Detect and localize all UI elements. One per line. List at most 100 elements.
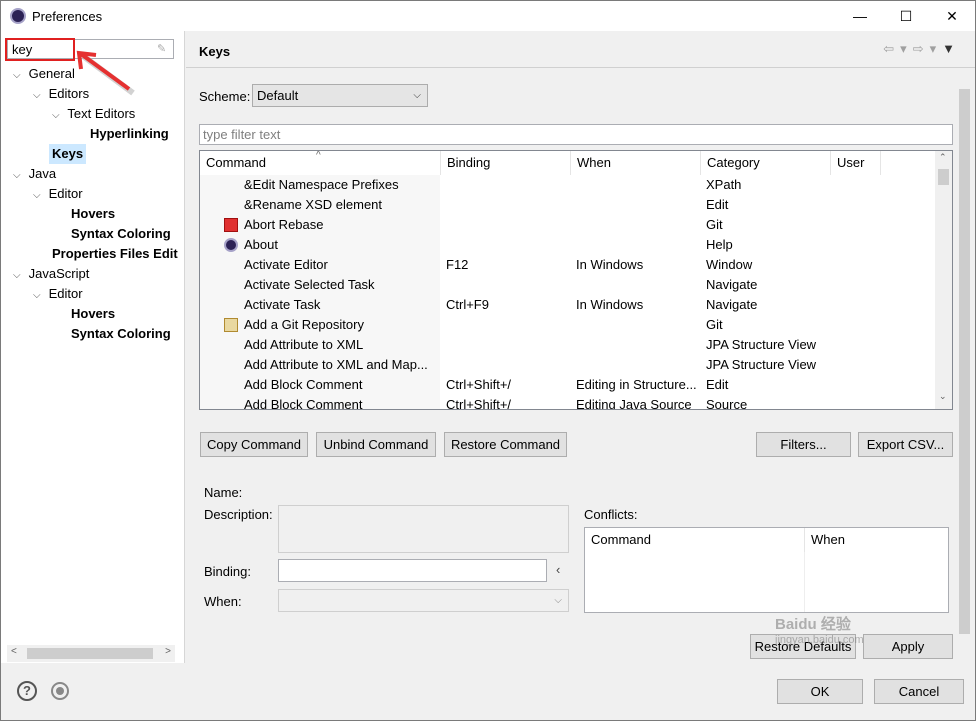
expand-twisty-icon[interactable]: ⌵ xyxy=(13,166,25,186)
table-row[interactable]: Add Attribute to XML and Map... JPA Struc… xyxy=(200,355,936,375)
table-row[interactable]: Add a Git Repository Git xyxy=(200,315,936,335)
expand-twisty-icon[interactable]: ⌵ xyxy=(33,86,45,106)
cell-category: Git xyxy=(706,317,723,332)
chevron-down-icon: ⌵ xyxy=(554,595,562,606)
conflicts-table[interactable]: Command When xyxy=(584,527,949,613)
scheme-select[interactable]: Default ⌵ xyxy=(252,84,428,107)
watermark: Baidu 经验 jingyan.baidu.com xyxy=(775,616,864,646)
table-row[interactable]: &Rename XSD element Edit xyxy=(200,195,936,215)
tree-item-keys[interactable]: Keys xyxy=(49,144,87,164)
key-bindings-table[interactable]: Command ^ Binding When Category User &Edi… xyxy=(199,150,953,410)
close-button[interactable]: ✕ xyxy=(929,1,975,31)
column-header-user[interactable]: User xyxy=(831,151,881,175)
cancel-button[interactable]: Cancel xyxy=(874,679,964,704)
title-bar: Preferences — ☐ ✕ xyxy=(1,1,975,31)
scheme-label: Scheme: xyxy=(199,89,251,104)
export-csv-button[interactable]: Export CSV... xyxy=(858,432,953,457)
cell-binding: Ctrl+F9 xyxy=(446,297,489,312)
forward-icon[interactable]: ⇨ xyxy=(913,41,930,56)
tree-item-java-editor[interactable]: ⌵ Editor xyxy=(33,184,83,204)
view-menu-icon[interactable]: ▼ xyxy=(942,41,961,56)
cell-category: Edit xyxy=(706,377,729,392)
tree-item-javascript[interactable]: ⌵ JavaScript xyxy=(13,264,89,284)
cell-category: Help xyxy=(706,237,733,252)
unbind-command-button[interactable]: Unbind Command xyxy=(316,432,436,457)
scroll-up-icon[interactable]: ⌃ xyxy=(939,152,947,163)
cell-category: Edit xyxy=(706,197,729,212)
conflicts-column-command[interactable]: Command xyxy=(585,528,805,552)
scrollbar-thumb[interactable] xyxy=(959,89,970,634)
scrollbar-thumb[interactable] xyxy=(27,648,153,659)
tree-item-properties-files-editor[interactable]: Properties Files Edit xyxy=(52,244,178,264)
cell-category: Window xyxy=(706,257,753,272)
table-row[interactable]: Activate Task Ctrl+F9 In Windows Navigate xyxy=(200,295,936,315)
minimize-button[interactable]: — xyxy=(837,1,883,31)
scroll-down-icon[interactable]: ⌄ xyxy=(939,391,947,402)
record-macro-icon[interactable] xyxy=(51,682,69,700)
page-navigation: ⇦▾⇨▾▼ xyxy=(883,41,961,57)
dialog-footer: ? OK Cancel xyxy=(1,663,975,720)
expand-twisty-icon[interactable]: ⌵ xyxy=(33,186,45,206)
expand-twisty-icon[interactable]: ⌵ xyxy=(13,266,25,286)
filters-button[interactable]: Filters... xyxy=(756,432,851,457)
tree-item-general[interactable]: ⌵ General xyxy=(13,64,75,84)
expand-twisty-icon[interactable]: ⌵ xyxy=(33,286,45,306)
ok-button[interactable]: OK xyxy=(777,679,863,704)
cell-command: Activate Task xyxy=(244,297,321,312)
description-label: Description: xyxy=(204,507,273,522)
tree-item-javascript-editor[interactable]: ⌵ Editor xyxy=(33,284,83,304)
tree-item-java-syntax-coloring[interactable]: Syntax Coloring xyxy=(71,224,171,244)
cell-category: JPA Structure View xyxy=(706,337,817,352)
expand-twisty-icon[interactable]: ⌵ xyxy=(13,66,25,86)
tree-horizontal-scrollbar[interactable]: < > xyxy=(7,645,175,662)
command-filter-input[interactable]: type filter text xyxy=(199,124,953,145)
back-menu-icon[interactable]: ▾ xyxy=(900,41,913,56)
table-row[interactable]: About Help xyxy=(200,235,936,255)
cell-command: Add Attribute to XML and Map... xyxy=(244,357,428,372)
tree-item-java[interactable]: ⌵ Java xyxy=(13,164,56,184)
column-header-binding[interactable]: Binding xyxy=(441,151,571,175)
help-icon[interactable]: ? xyxy=(17,681,37,701)
page-title: Keys xyxy=(199,44,231,59)
column-divider xyxy=(804,552,805,612)
scrollbar-thumb[interactable] xyxy=(938,169,949,185)
eclipse-icon xyxy=(224,238,238,252)
tree-item-text-editors[interactable]: ⌵ Text Editors xyxy=(52,104,135,124)
eraser-icon[interactable]: ✎ xyxy=(157,42,169,55)
tree-item-hyperlinking[interactable]: Hyperlinking xyxy=(90,124,169,144)
forward-menu-icon[interactable]: ▾ xyxy=(930,41,943,56)
conflicts-column-when[interactable]: When xyxy=(805,528,945,552)
window-title: Preferences xyxy=(32,9,103,24)
table-row[interactable]: &Edit Namespace Prefixes XPath xyxy=(200,175,936,195)
cell-command: Add a Git Repository xyxy=(244,317,364,332)
table-row[interactable]: Add Block Comment Ctrl+Shift+/ Editing Jav… xyxy=(200,395,936,410)
table-vertical-scrollbar[interactable]: ⌃ ⌄ xyxy=(935,151,952,409)
expand-twisty-icon[interactable]: ⌵ xyxy=(52,106,64,126)
maximize-button[interactable]: ☐ xyxy=(883,1,929,31)
table-row[interactable]: Add Attribute to XML JPA Structure View xyxy=(200,335,936,355)
tree-item-java-hovers[interactable]: Hovers xyxy=(71,204,115,224)
cell-when: Editing in Structure... xyxy=(576,377,697,392)
back-icon[interactable]: ⇦ xyxy=(883,41,900,56)
cell-binding: Ctrl+Shift+/ xyxy=(446,397,512,410)
tree-item-javascript-syntax-coloring[interactable]: Syntax Coloring xyxy=(71,324,171,344)
scroll-left-icon[interactable]: < xyxy=(11,646,17,657)
page-vertical-scrollbar[interactable] xyxy=(956,87,973,665)
restore-command-button[interactable]: Restore Command xyxy=(444,432,567,457)
table-row[interactable]: Activate Selected Task Navigate xyxy=(200,275,936,295)
tree-item-editors[interactable]: ⌵ Editors xyxy=(33,84,89,104)
scroll-right-icon[interactable]: > xyxy=(165,646,171,657)
column-header-command[interactable]: Command ^ xyxy=(200,151,441,175)
chevron-down-icon: ⌵ xyxy=(413,90,421,101)
binding-popup-icon[interactable]: ‹ xyxy=(556,562,560,577)
copy-command-button[interactable]: Copy Command xyxy=(200,432,308,457)
binding-input[interactable] xyxy=(278,559,547,582)
table-row[interactable]: Add Block Comment Ctrl+Shift+/ Editing in … xyxy=(200,375,936,395)
table-row[interactable]: Abort Rebase Git xyxy=(200,215,936,235)
column-header-when[interactable]: When xyxy=(571,151,701,175)
table-row[interactable]: Activate Editor F12 In Windows Window xyxy=(200,255,936,275)
cell-category: JPA Structure View xyxy=(706,357,817,372)
tree-item-javascript-hovers[interactable]: Hovers xyxy=(71,304,115,324)
column-header-category[interactable]: Category xyxy=(701,151,831,175)
apply-button[interactable]: Apply xyxy=(863,634,953,659)
